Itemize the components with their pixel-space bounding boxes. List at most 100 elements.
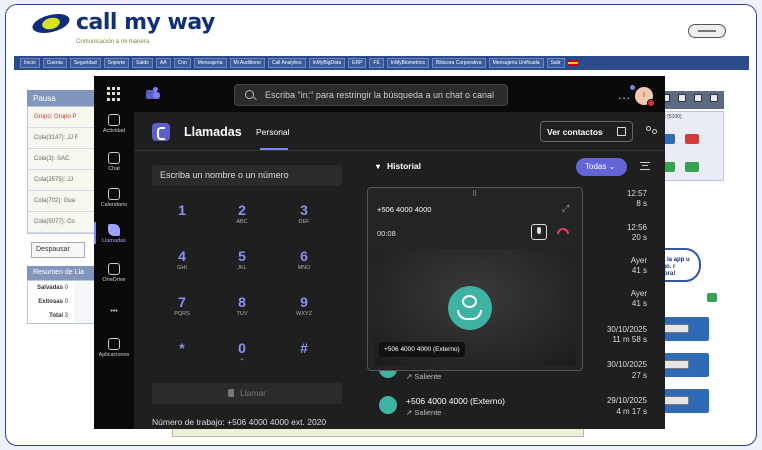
despausar-button[interactable]: Despausar xyxy=(31,242,85,258)
history-when: 30/10/2025 xyxy=(606,325,647,334)
avatar[interactable]: I xyxy=(635,87,655,107)
call-video-area: +506 4000 4000 (Externo) xyxy=(374,249,576,366)
history-time: 30/10/2025 11 m 58 s xyxy=(594,325,647,345)
pausa-header: Pausa xyxy=(27,90,95,106)
nav-item[interactable]: Mensajería Unificada xyxy=(488,58,544,68)
rail-item-apps[interactable]: Aplicaciones xyxy=(94,338,134,358)
panel-button[interactable] xyxy=(685,162,699,172)
open-external-icon xyxy=(617,127,626,136)
nav-item[interactable]: Cuenta xyxy=(42,58,67,68)
mic-button[interactable] xyxy=(531,224,547,240)
crm-header: call my way Comunicación a mi manera xyxy=(6,5,756,53)
queue-item[interactable]: Cola(702): Gua xyxy=(28,191,94,212)
search-input[interactable]: Escriba "in:" para restringir la búsqued… xyxy=(234,84,508,106)
history-duration: 41 s xyxy=(631,299,647,308)
nav-item[interactable]: AA xyxy=(155,58,171,68)
nav-item[interactable]: Mensajería xyxy=(193,58,227,68)
rail-label: Actividad xyxy=(102,128,126,134)
nav-item[interactable]: Saldo xyxy=(132,58,153,68)
contact-avatar-icon xyxy=(379,396,397,414)
logo-tagline: Comunicación a mi manera xyxy=(76,39,150,45)
toolbar-icon[interactable] xyxy=(710,94,718,102)
queue-item[interactable]: Cola(5077): Co xyxy=(28,212,94,233)
history-duration: 20 s xyxy=(631,233,647,242)
stat-value: 0 xyxy=(64,285,68,291)
dial-key-3[interactable]: 3 DEF xyxy=(284,202,324,225)
dial-input[interactable]: Escriba un nombre o un número xyxy=(152,165,342,186)
hang-up-button[interactable] xyxy=(557,228,569,234)
dial-key-4[interactable]: 4 GHI xyxy=(162,248,202,271)
stat-row: Salvadas 0 xyxy=(28,281,74,295)
toolbar-icon[interactable] xyxy=(678,94,686,102)
dial-key-5[interactable]: 5 JKL xyxy=(222,248,262,271)
more-options-button[interactable]: ... xyxy=(618,85,636,102)
key-letters: JKL xyxy=(237,265,247,271)
queue-item[interactable]: Cola(3): SAC xyxy=(28,149,94,170)
app-launcher-icon[interactable] xyxy=(107,87,121,101)
nav-item[interactable]: Soporte xyxy=(103,58,130,68)
dial-key-9[interactable]: 9 WXYZ xyxy=(284,294,324,317)
view-contacts-button[interactable]: Ver contactos xyxy=(540,121,633,142)
nav-item[interactable]: Salir xyxy=(546,58,565,68)
queue-item[interactable]: Cola(3147): JJ F xyxy=(28,128,94,149)
history-duration: 27 s xyxy=(631,371,647,380)
crm-logo[interactable]: call my way xyxy=(30,10,215,37)
key-digit: # xyxy=(300,340,308,356)
filter-dropdown[interactable]: Todas ⌄ xyxy=(576,158,627,176)
dial-key-1[interactable]: 1 xyxy=(162,202,202,219)
history-duration: 8 s xyxy=(636,199,647,208)
panel-button[interactable] xyxy=(685,134,699,144)
logout-button[interactable] xyxy=(688,24,726,38)
toolbar-icon[interactable] xyxy=(694,94,702,102)
queue-item[interactable]: Cola(2575): JJ xyxy=(28,170,94,191)
history-row[interactable]: +506 4000 4000 (Externo) ↗ Saliente 29/10/… xyxy=(368,393,650,421)
history-time: Ayer 41 s xyxy=(594,289,647,309)
rail-item-chat[interactable]: Chat xyxy=(94,152,134,172)
queue-item[interactable]: Grupo: Grupo P xyxy=(28,107,94,128)
drag-handle-icon[interactable]: ⠿ xyxy=(472,190,477,198)
history-when: 30/10/2025 xyxy=(606,360,647,369)
rail-item-cloud[interactable]: OneDrive xyxy=(94,263,134,283)
page-title: Llamadas xyxy=(184,125,242,139)
rail-item-bell[interactable]: Actividad xyxy=(94,114,134,134)
nav-item[interactable]: InMyBiometrics xyxy=(386,58,429,68)
tab-personal[interactable]: Personal xyxy=(256,127,290,150)
nav-item[interactable]: Cnn xyxy=(173,58,191,68)
nav-item[interactable]: Call Analytics xyxy=(267,58,306,68)
dial-key-2[interactable]: 2 ABC xyxy=(222,202,262,225)
nav-item[interactable]: InMyBigData xyxy=(308,58,346,68)
rail-item-calendar[interactable]: Calendario xyxy=(94,188,134,208)
expand-icon[interactable]: ⤢ xyxy=(562,203,569,214)
nav-item[interactable]: Mi Auditiono xyxy=(229,58,265,68)
search-placeholder: Escriba "in:" para restringir la búsqued… xyxy=(265,90,495,100)
popup-number: +506 4000 4000 xyxy=(377,205,432,214)
history-toggle[interactable]: Historial xyxy=(376,161,421,171)
green-action-icon[interactable] xyxy=(707,293,717,302)
call-popup[interactable]: ⠿ +506 4000 4000 ⤢ 00:08 +506 4000 4000 … xyxy=(367,187,583,371)
key-letters: ABC xyxy=(236,219,248,225)
call-button[interactable]: Llamar xyxy=(152,383,342,404)
rail-label: Calendario xyxy=(100,202,128,208)
history-time: 12:57 8 s xyxy=(594,189,647,209)
flag-icon[interactable] xyxy=(567,60,578,66)
key-letters: PQRS xyxy=(174,311,190,317)
dial-key-7[interactable]: 7 PQRS xyxy=(162,294,202,317)
nav-item[interactable]: Bitácora Corporativa xyxy=(431,58,486,68)
nav-item[interactable]: ERP xyxy=(348,58,367,68)
dial-key-0[interactable]: 0 + xyxy=(222,340,262,363)
nav-item[interactable]: FE xyxy=(369,58,384,68)
filter-icon[interactable] xyxy=(640,162,650,170)
dial-key-8[interactable]: 8 TUV xyxy=(222,294,262,317)
nav-item[interactable]: Seguridad xyxy=(69,58,101,68)
dial-key-hash[interactable]: # xyxy=(284,340,324,357)
key-letters: GHI xyxy=(177,265,187,271)
dial-key-6[interactable]: 6 MNO xyxy=(284,248,324,271)
history-direction-label: Saliente xyxy=(414,372,442,381)
key-digit: 4 xyxy=(178,248,186,264)
nav-item[interactable]: Inicio xyxy=(20,58,40,68)
people-settings-icon[interactable] xyxy=(646,125,658,137)
rail-item-more[interactable]: ••• xyxy=(94,308,134,322)
rail-item-phone[interactable]: Llamadas xyxy=(94,222,134,244)
more-icon: ••• xyxy=(110,308,118,315)
dial-key-star[interactable]: * xyxy=(162,340,202,357)
